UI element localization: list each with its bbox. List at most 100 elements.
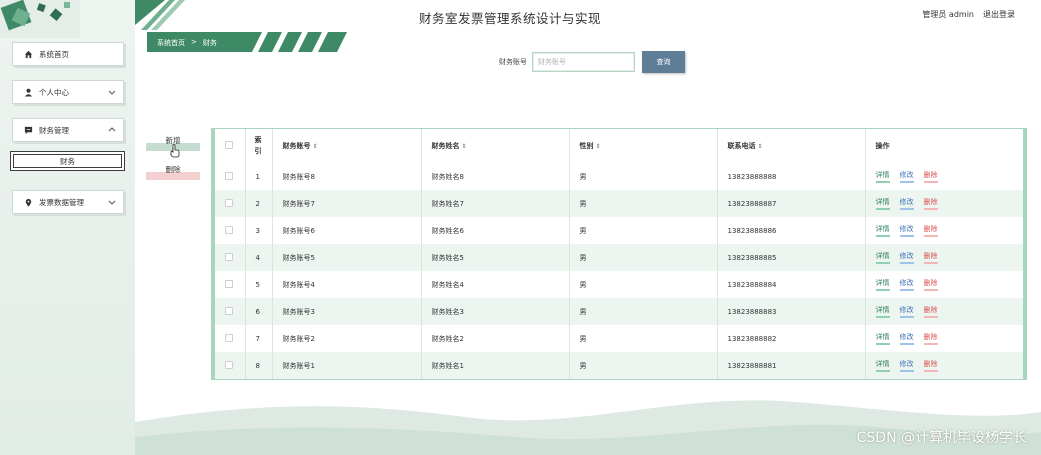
- row-detail-button[interactable]: 详情: [875, 197, 890, 210]
- row-select-cell: [215, 163, 246, 190]
- row-edit-button[interactable]: 修改: [899, 197, 914, 210]
- row-detail-button[interactable]: 详情: [875, 332, 890, 345]
- row-edit-button[interactable]: 修改: [899, 251, 914, 264]
- row-delete-button[interactable]: 删除: [923, 224, 938, 237]
- row-select-cell: [215, 190, 246, 217]
- row-select-cell: [215, 325, 246, 352]
- row-detail-button[interactable]: 详情: [875, 170, 890, 183]
- sort-icon[interactable]: ⇕: [596, 143, 601, 150]
- row-account: 财务账号1: [272, 352, 422, 379]
- header-decoration: [135, 0, 185, 30]
- row-account: 财务账号6: [272, 217, 422, 244]
- row-checkbox[interactable]: [225, 279, 233, 288]
- row-index: 4: [245, 244, 273, 271]
- sidebar-item-profile[interactable]: 个人中心: [12, 80, 124, 104]
- sort-icon[interactable]: ⇕: [758, 143, 763, 150]
- table-row: 7 财务账号2 财务姓名2 男 13823888882 详情 修改 删除: [215, 325, 1023, 352]
- row-name: 财务姓名4: [421, 271, 570, 298]
- header-name[interactable]: 财务姓名 ⇕: [421, 129, 570, 163]
- row-edit-button[interactable]: 修改: [899, 305, 914, 318]
- app-title: 财务室发票管理系统设计与实现: [418, 11, 601, 26]
- row-detail-button[interactable]: 详情: [875, 224, 890, 237]
- row-actions: 详情 修改 删除: [865, 190, 1023, 217]
- row-actions: 详情 修改 删除: [865, 244, 1023, 271]
- row-checkbox[interactable]: [225, 306, 233, 315]
- row-select-cell: [215, 271, 246, 298]
- table-row: 4 财务账号5 财务姓名5 男 13823888885 详情 修改 删除: [215, 244, 1023, 271]
- row-name: 财务姓名6: [421, 217, 570, 244]
- breadcrumb-home[interactable]: 系统首页: [157, 38, 185, 48]
- data-table: 索引 财务账号 ⇕ 财务姓名 ⇕ 性别 ⇕ 联系电话 ⇕ 操作 1 财务账号8 财务姓名8 男…: [211, 128, 1027, 380]
- sidebar-item-label: 财务管理: [39, 125, 69, 135]
- header-select-all: [215, 129, 246, 163]
- row-account: 财务账号7: [272, 190, 422, 217]
- row-edit-button[interactable]: 修改: [899, 278, 914, 291]
- breadcrumb-current: 财务: [202, 39, 217, 47]
- row-gender: 男: [569, 163, 718, 190]
- row-select-cell: [215, 298, 246, 325]
- row-detail-button[interactable]: 详情: [875, 305, 890, 318]
- search-button[interactable]: 查询: [642, 51, 685, 73]
- logout-link[interactable]: 退出登录: [983, 9, 1015, 20]
- select-all-checkbox[interactable]: [225, 141, 233, 149]
- sidebar-item-invoice-data[interactable]: 发票数据管理: [12, 190, 124, 214]
- header-phone[interactable]: 联系电话 ⇕: [717, 129, 866, 163]
- row-index: 8: [245, 352, 273, 379]
- sort-icon[interactable]: ⇕: [313, 143, 318, 150]
- row-checkbox[interactable]: [225, 333, 233, 342]
- breadcrumb-separator: >: [191, 38, 197, 46]
- row-delete-button[interactable]: 删除: [923, 197, 938, 210]
- row-detail-button[interactable]: 详情: [875, 278, 890, 291]
- row-account: 财务账号8: [272, 163, 422, 190]
- row-edit-button[interactable]: 修改: [899, 332, 914, 345]
- row-delete-button[interactable]: 删除: [923, 359, 938, 372]
- row-edit-button[interactable]: 修改: [899, 359, 914, 372]
- row-phone: 13823888884: [717, 271, 866, 298]
- header-account[interactable]: 财务账号 ⇕: [272, 129, 422, 163]
- row-edit-button[interactable]: 修改: [899, 170, 914, 183]
- row-gender: 男: [569, 298, 718, 325]
- row-edit-button[interactable]: 修改: [899, 224, 914, 237]
- sidebar: 系统首页 个人中心 财务管理 财务 发票数据管理: [0, 0, 135, 455]
- row-checkbox[interactable]: [225, 198, 233, 207]
- row-actions: 详情 修改 删除: [865, 352, 1023, 379]
- row-delete-button[interactable]: 删除: [923, 251, 938, 264]
- row-gender: 男: [569, 190, 718, 217]
- row-actions: 详情 修改 删除: [865, 163, 1023, 190]
- row-index: 7: [245, 325, 273, 352]
- row-actions: 详情 修改 删除: [865, 217, 1023, 244]
- row-delete-button[interactable]: 删除: [923, 332, 938, 345]
- row-delete-button[interactable]: 删除: [923, 278, 938, 291]
- row-phone: 13823888888: [717, 163, 866, 190]
- row-gender: 男: [569, 217, 718, 244]
- watermark: CSDN @计算机毕设杨学长: [856, 430, 1027, 446]
- row-checkbox[interactable]: [225, 360, 233, 369]
- row-actions: 详情 修改 删除: [865, 298, 1023, 325]
- row-index: 3: [245, 217, 273, 244]
- user-area: 管理员 admin 退出登录: [922, 9, 1015, 20]
- row-checkbox[interactable]: [225, 225, 233, 234]
- search-input[interactable]: [532, 52, 635, 72]
- row-delete-button[interactable]: 删除: [923, 170, 938, 183]
- sidebar-item-home[interactable]: 系统首页: [12, 42, 124, 66]
- delete-button[interactable]: 删除: [146, 164, 200, 180]
- header-gender[interactable]: 性别 ⇕: [569, 129, 718, 163]
- row-account: 财务账号4: [272, 271, 422, 298]
- row-index: 5: [245, 271, 273, 298]
- row-phone: 13823888887: [717, 190, 866, 217]
- sort-icon[interactable]: ⇕: [462, 143, 467, 150]
- row-phone: 13823888885: [717, 244, 866, 271]
- home-icon: [23, 49, 33, 59]
- sidebar-item-finance-management[interactable]: 财务管理: [12, 118, 124, 142]
- row-detail-button[interactable]: 详情: [875, 359, 890, 372]
- row-detail-button[interactable]: 详情: [875, 251, 890, 264]
- chevron-down-icon: [108, 90, 116, 95]
- row-select-cell: [215, 217, 246, 244]
- row-index: 2: [245, 190, 273, 217]
- sidebar-subitem-finance[interactable]: 财务: [10, 151, 125, 171]
- row-checkbox[interactable]: [225, 252, 233, 261]
- row-phone: 13823888883: [717, 298, 866, 325]
- row-delete-button[interactable]: 删除: [923, 305, 938, 318]
- row-checkbox[interactable]: [225, 171, 233, 180]
- row-name: 财务姓名1: [421, 352, 570, 379]
